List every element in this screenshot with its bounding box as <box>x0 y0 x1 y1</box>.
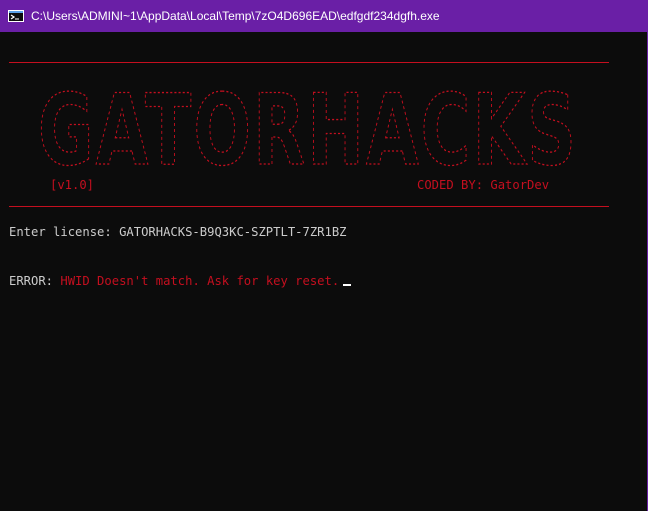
text-cursor <box>343 284 352 286</box>
license-value: GATORHACKS-B9Q3KC-SZPTLT-7ZR1BZ <box>119 225 347 239</box>
license-line: Enter license: GATORHACKS-B9Q3KC-SZPTLT-… <box>9 224 347 240</box>
error-message: HWID Doesn't match. Ask for key reset. <box>60 274 340 288</box>
error-label: ERROR: <box>9 274 61 288</box>
coded-by-label: CODED BY: GatorDev <box>417 178 550 192</box>
window-title: C:\Users\ADMINI~1\AppData\Local\Temp\7zO… <box>31 9 440 23</box>
banner-top-rule <box>9 62 609 63</box>
console-app-icon <box>8 10 24 22</box>
license-prompt: Enter license: <box>9 225 120 239</box>
title-bar[interactable]: C:\Users\ADMINI~1\AppData\Local\Temp\7zO… <box>0 0 648 32</box>
banner-logo: GATORHACKS <box>37 73 578 172</box>
banner-bottom-rule <box>9 206 609 207</box>
console-output[interactable]: GATORHACKS [v1.0] CODED BY: GatorDev Ent… <box>0 32 647 511</box>
console-window: C:\Users\ADMINI~1\AppData\Local\Temp\7zO… <box>0 0 648 511</box>
error-line: ERROR: HWID Doesn't match. Ask for key r… <box>9 273 352 289</box>
version-label: [v1.0] <box>50 178 95 192</box>
banner-logo-text: GATORHACKS <box>38 74 578 172</box>
